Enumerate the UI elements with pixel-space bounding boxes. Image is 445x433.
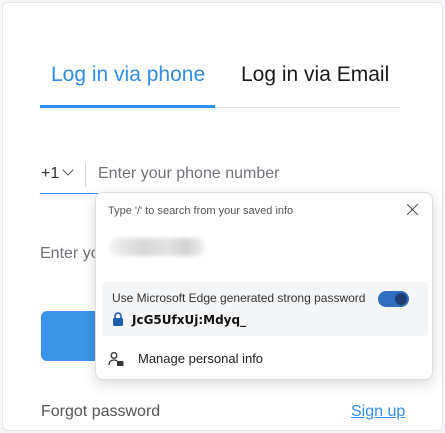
chevron-down-icon bbox=[62, 164, 74, 176]
manage-personal-info[interactable]: Manage personal info bbox=[106, 348, 426, 370]
saved-info-suggestion[interactable] bbox=[110, 238, 205, 256]
tab-log-in-via-email[interactable]: Log in via Email bbox=[241, 63, 389, 87]
phone-input-underline bbox=[40, 193, 98, 194]
phone-number-input[interactable]: Enter your phone number bbox=[98, 165, 279, 183]
sign-up-link[interactable]: Sign up bbox=[351, 403, 405, 421]
close-icon[interactable] bbox=[406, 203, 420, 217]
tab-log-in-via-phone[interactable]: Log in via phone bbox=[51, 63, 205, 87]
country-code-value: +1 bbox=[41, 165, 60, 182]
manage-personal-info-label: Manage personal info bbox=[138, 351, 264, 366]
strong-password-suggestion[interactable]: Use Microsoft Edge generated strong pass… bbox=[102, 282, 428, 336]
autofill-hint: Type '/' to search from your saved info bbox=[108, 205, 294, 217]
strong-password-label: Use Microsoft Edge generated strong pass… bbox=[112, 291, 366, 305]
active-tab-indicator bbox=[40, 105, 215, 108]
toggle-knob bbox=[395, 293, 407, 305]
country-code-select[interactable]: +1 bbox=[41, 164, 74, 183]
autofill-popup: Type '/' to search from your saved info … bbox=[95, 192, 433, 380]
strong-password-toggle[interactable] bbox=[378, 291, 409, 307]
password-input[interactable]: Enter yo bbox=[40, 245, 100, 263]
field-separator bbox=[85, 163, 86, 187]
person-card-icon bbox=[108, 352, 124, 366]
forgot-password-link[interactable]: Forgot password bbox=[41, 403, 160, 421]
lock-icon bbox=[113, 312, 123, 326]
generated-password: JcG5UfxUj:Mdyq_ bbox=[132, 313, 247, 327]
